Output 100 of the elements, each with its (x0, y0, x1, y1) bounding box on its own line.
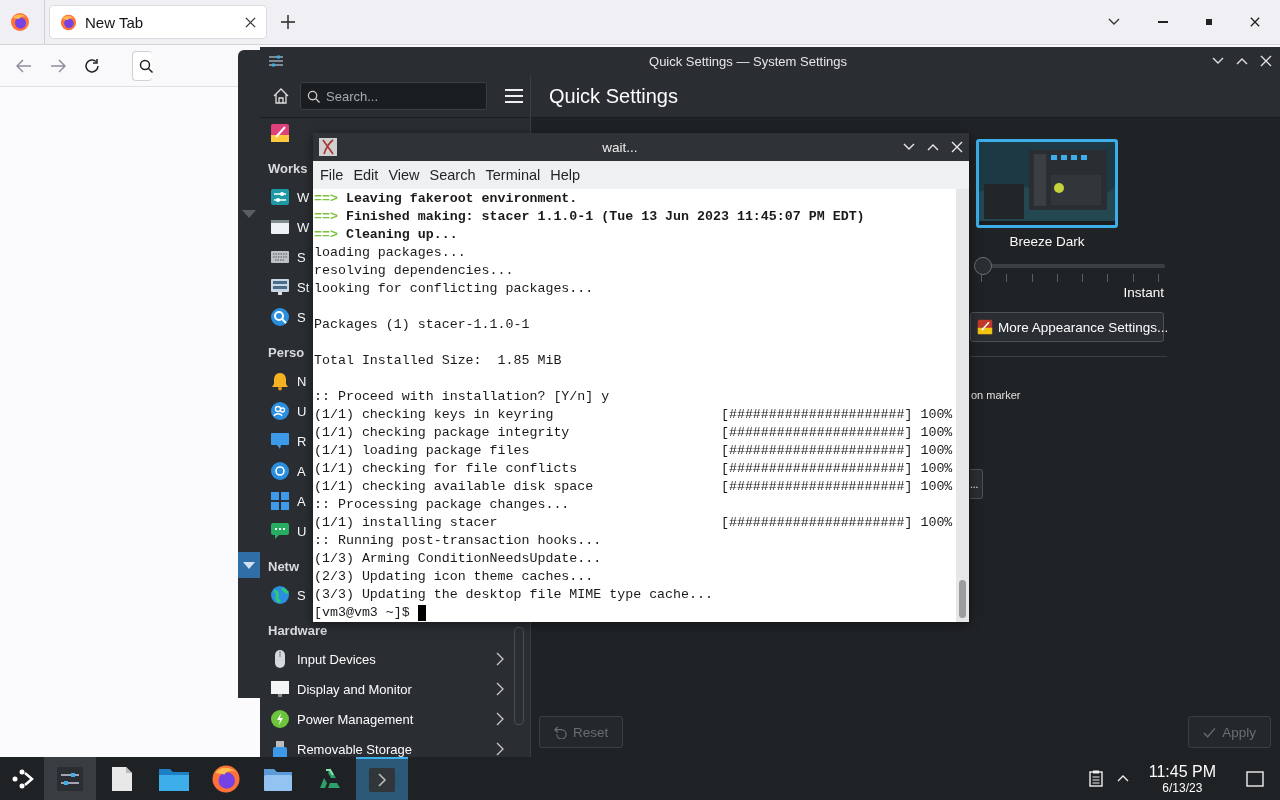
terminal-line: Total Installed Size: 1.85 MiB (314, 352, 562, 370)
palette-icon[interactable] (270, 123, 290, 143)
reload-icon[interactable] (84, 57, 100, 74)
close-icon[interactable] (245, 16, 256, 28)
maximize-icon[interactable] (1236, 57, 1248, 65)
progress-bar-text: [######################] (720, 514, 913, 532)
terminal-line: looking for conflicting packages... (314, 280, 594, 298)
arrow-prefix: ==> (314, 226, 338, 244)
x-logo-icon (319, 138, 337, 156)
progress-bar-text: [######################] (720, 478, 913, 496)
sidebar-item[interactable]: S (297, 309, 306, 325)
terminal-line: (1/1) checking package integrity (314, 425, 570, 440)
palette-icon (977, 319, 993, 335)
undo-icon (554, 725, 567, 739)
menu-item[interactable]: Help (547, 167, 588, 183)
animation-slider[interactable] (975, 259, 1165, 283)
window-title: Quick Settings — System Settings (648, 53, 848, 69)
close-icon[interactable] (1250, 17, 1260, 27)
home-icon[interactable] (272, 87, 290, 105)
terminal-line: Leaving fakeroot environment. (345, 190, 578, 208)
new-tab-icon[interactable] (281, 15, 295, 29)
percent-text: 100% (920, 460, 953, 478)
terminal-line: (1/1) checking for file conflicts (314, 461, 578, 476)
terminal-line: resolving dependencies... (314, 262, 514, 280)
window-icon[interactable] (270, 217, 290, 237)
menu-item[interactable]: Edit (350, 167, 386, 183)
monitor-icon[interactable] (270, 679, 290, 699)
back-icon[interactable] (16, 58, 32, 73)
sidebar-item[interactable]: Removable Storage (297, 741, 412, 757)
section-heading: Hardware (268, 622, 328, 638)
sidebar-item[interactable]: Display and Monitor (297, 681, 412, 697)
arrow-prefix: ==> (314, 208, 338, 226)
browser-tab[interactable]: New Tab (49, 5, 267, 39)
menu-item[interactable]: View (385, 167, 427, 183)
document-icon (111, 765, 133, 792)
collapse-button[interactable] (238, 552, 260, 578)
chat-icon[interactable] (270, 521, 290, 541)
bell-icon[interactable] (270, 371, 290, 391)
power-icon[interactable] (270, 709, 290, 729)
terminal-line: :: Processing package changes... (314, 496, 570, 514)
terminal-line: :: Running post-transaction hooks... (314, 532, 602, 550)
percent-text: 100% (920, 514, 953, 532)
sidebar-item[interactable]: S (297, 249, 306, 265)
terminal-line: Finished making: stacer 1.1.0-1 (Tue 13 Jun 2023 11:45:07 PM EDT) (345, 208, 865, 226)
menu-item[interactable]: Terminal (482, 167, 548, 183)
sidebar-item[interactable]: U (297, 403, 307, 419)
menu-icon[interactable] (505, 89, 523, 103)
forward-icon[interactable] (50, 58, 66, 73)
section-heading: Netw (268, 558, 300, 574)
terminal-line: :: Proceed with installation? [Y/n] y (314, 388, 610, 406)
monitor-icon[interactable] (270, 277, 290, 297)
terminal-line: (1/1) loading package files (314, 443, 530, 458)
grid-icon[interactable] (270, 491, 290, 511)
clipboard-icon[interactable] (1088, 770, 1103, 787)
sidebar-item[interactable]: Power Management (297, 711, 414, 727)
slider-label: Instant (1123, 285, 1164, 300)
caret-up-icon[interactable] (1116, 775, 1129, 782)
text-cursor (417, 605, 426, 621)
address-field[interactable] (132, 50, 152, 81)
accessibility-icon[interactable] (270, 461, 290, 481)
sidebar-item[interactable]: W (297, 219, 310, 235)
options-button[interactable]: ... (970, 469, 983, 499)
sidebar-item[interactable]: Input Devices (297, 651, 376, 667)
sidebar-item[interactable]: St (297, 279, 310, 295)
maximize-icon[interactable] (927, 143, 939, 151)
section-heading: Perso (268, 344, 305, 360)
terminal-line: (1/3) Arming ConditionNeedsUpdate... (314, 550, 602, 568)
menu-item[interactable]: File (317, 167, 351, 183)
scrollbar[interactable] (514, 627, 524, 725)
taskbar-item[interactable] (44, 757, 96, 800)
minimize-icon[interactable] (1212, 57, 1224, 65)
search-icon (139, 58, 153, 73)
globe-icon[interactable] (270, 585, 290, 605)
clock[interactable]: 11:45 PM 6/13/23 (1148, 762, 1216, 795)
sidebar-item[interactable]: R (297, 433, 307, 449)
sliders-icon[interactable] (270, 187, 290, 207)
minimize-icon[interactable] (903, 143, 915, 151)
window-title: wait... (601, 139, 639, 155)
settings-icon (57, 766, 83, 791)
folder-icon (264, 766, 292, 791)
usb-icon[interactable] (270, 739, 290, 759)
show-desktop-icon[interactable] (1246, 770, 1264, 787)
folder-icon (159, 766, 189, 791)
users-icon[interactable] (270, 401, 290, 421)
option-label: on marker (971, 389, 1021, 401)
sidebar-item[interactable]: A (297, 493, 306, 509)
firefox-icon (60, 13, 77, 31)
search-field[interactable]: Search... (300, 82, 487, 110)
dropdown-icon[interactable] (1108, 18, 1120, 26)
sidebar-item[interactable]: S (297, 587, 306, 603)
search-icon[interactable] (270, 307, 290, 327)
date-text: 6/13/23 (1162, 780, 1203, 795)
scrollbar[interactable] (956, 189, 969, 622)
sidebar-item[interactable]: A (297, 463, 306, 479)
sidebar-item[interactable]: N (297, 373, 307, 389)
sidebar-item[interactable]: U (297, 523, 307, 539)
progress-bar-text: [######################] (720, 460, 913, 478)
menu-item[interactable]: Search (426, 167, 483, 183)
sidebar-item[interactable]: W (297, 189, 310, 205)
shell-prompt: [vm3@vm3 ~]$ (314, 604, 410, 622)
